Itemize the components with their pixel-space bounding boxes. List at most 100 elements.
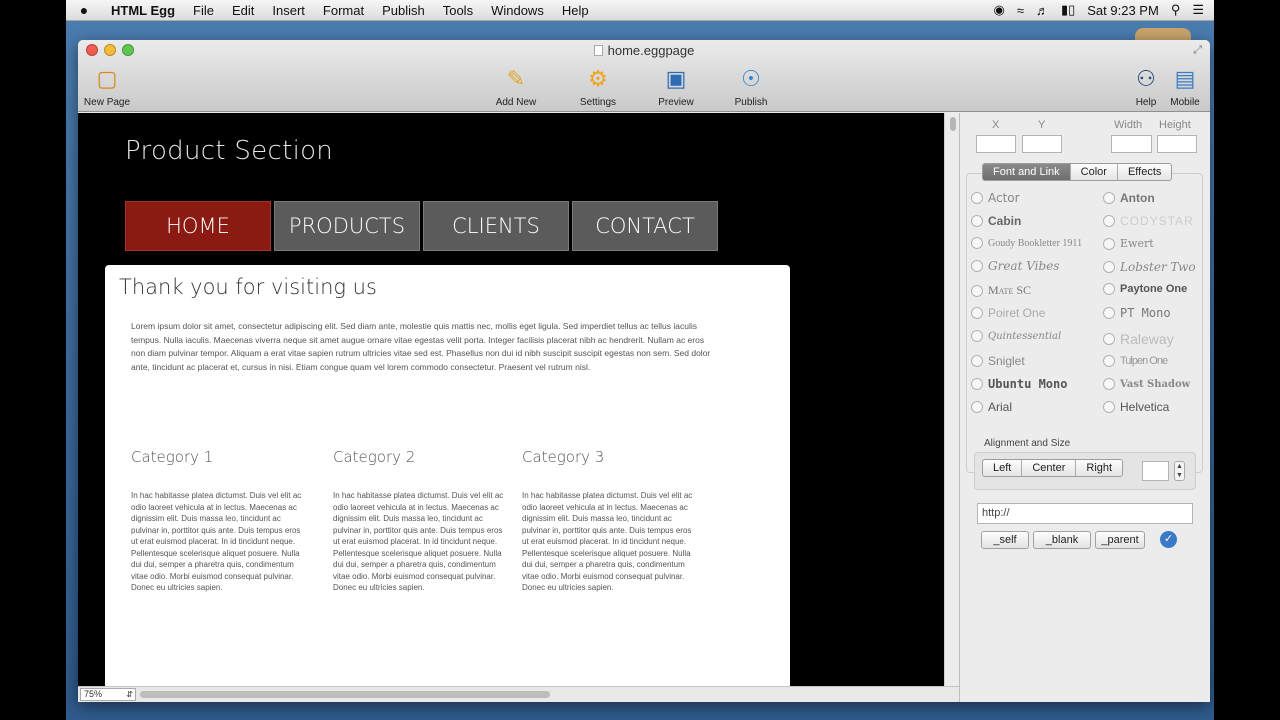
vertical-scrollbar[interactable]: [944, 113, 959, 688]
menu-insert[interactable]: Insert: [263, 3, 314, 18]
menu-help[interactable]: Help: [553, 3, 598, 18]
font-option-raleway[interactable]: Raleway: [1103, 331, 1174, 347]
tab-effects[interactable]: Effects: [1118, 164, 1171, 180]
settings-button[interactable]: ⚙ Settings: [563, 64, 633, 108]
vertical-scroll-thumb[interactable]: [950, 117, 956, 131]
radio-button[interactable]: [1103, 261, 1115, 273]
battery-icon[interactable]: ▮▯: [1061, 2, 1075, 18]
radio-button[interactable]: [971, 260, 983, 272]
font-option-paytone-one[interactable]: Paytone One: [1103, 283, 1187, 295]
category-title[interactable]: Category 2: [333, 448, 508, 466]
menu-tools[interactable]: Tools: [434, 3, 482, 18]
menu-app[interactable]: HTML Egg: [102, 3, 184, 18]
publish-button[interactable]: ☉ Publish: [716, 64, 786, 108]
tab-color[interactable]: Color: [1071, 164, 1118, 180]
add-new-button[interactable]: ✎ Add New: [481, 64, 551, 108]
radio-button[interactable]: [971, 237, 983, 249]
size-stepper[interactable]: ▲ ▼: [1174, 461, 1185, 481]
horizontal-scroll-thumb[interactable]: [140, 691, 550, 698]
font-option-ubuntu-mono[interactable]: Ubuntu Mono: [971, 377, 1067, 391]
font-option-tulpen-one[interactable]: Tulpen One: [1103, 355, 1168, 367]
apply-link-check-icon[interactable]: ✓: [1160, 531, 1177, 548]
tab-font-and-link[interactable]: Font and Link: [983, 164, 1071, 180]
radio-button[interactable]: [1103, 355, 1115, 367]
volume-icon[interactable]: ♬: [1036, 3, 1049, 18]
font-option-codystar[interactable]: CODYSTAR: [1103, 214, 1194, 228]
font-option-cabin[interactable]: Cabin: [971, 214, 1021, 228]
radio-button[interactable]: [1103, 378, 1115, 390]
font-option-pt-mono[interactable]: PT Mono: [1103, 306, 1171, 320]
intro-paragraph[interactable]: Lorem ipsum dolor sit amet, consectetur …: [131, 320, 711, 374]
notification-list-icon[interactable]: ☰: [1192, 2, 1204, 18]
radio-button[interactable]: [971, 307, 983, 319]
radio-button[interactable]: [971, 401, 983, 413]
font-option-lobster-two[interactable]: Lobster Two: [1103, 260, 1196, 274]
wifi-icon[interactable]: ≈: [1017, 3, 1024, 18]
font-option-poiret-one[interactable]: Poiret One: [971, 306, 1045, 320]
record-icon[interactable]: ◉: [993, 2, 1004, 18]
nav-home[interactable]: HOME: [125, 201, 271, 251]
radio-button[interactable]: [1103, 333, 1115, 345]
font-option-helvetica[interactable]: Helvetica: [1103, 400, 1169, 414]
radio-button[interactable]: [971, 284, 983, 297]
preview-button[interactable]: ▣ Preview: [641, 64, 711, 108]
x-input[interactable]: [976, 135, 1016, 153]
radio-button[interactable]: [1103, 307, 1115, 319]
category-text[interactable]: In hac habitasse platea dictumst. Duis v…: [333, 490, 508, 594]
target-self-button[interactable]: _self: [981, 531, 1029, 549]
align-right-button[interactable]: Right: [1076, 460, 1122, 476]
radio-button[interactable]: [971, 330, 983, 342]
font-option-quintessential[interactable]: Quintessential: [971, 330, 1061, 342]
category-title[interactable]: Category 3: [522, 448, 697, 466]
radio-button[interactable]: [1103, 401, 1115, 413]
menu-file[interactable]: File: [184, 3, 223, 18]
menu-windows[interactable]: Windows: [482, 3, 553, 18]
radio-button[interactable]: [971, 215, 983, 227]
font-option-actor[interactable]: Actor: [971, 191, 1020, 205]
radio-button[interactable]: [971, 355, 983, 367]
nav-contact[interactable]: CONTACT: [572, 201, 718, 251]
fullscreen-icon[interactable]: ⤢: [1193, 44, 1202, 57]
y-input[interactable]: [1022, 135, 1062, 153]
width-input[interactable]: [1111, 135, 1152, 153]
nav-clients[interactable]: CLIENTS: [423, 201, 569, 251]
radio-button[interactable]: [971, 378, 983, 390]
content-title[interactable]: Thank you for visiting us: [119, 275, 377, 299]
radio-button[interactable]: [1103, 237, 1115, 250]
category-text[interactable]: In hac habitasse platea dictumst. Duis v…: [522, 490, 697, 594]
target-parent-button[interactable]: _parent: [1095, 531, 1145, 549]
height-input[interactable]: [1157, 135, 1197, 153]
radio-button[interactable]: [1103, 192, 1115, 204]
category-text[interactable]: In hac habitasse platea dictumst. Duis v…: [131, 490, 306, 594]
font-option-sniglet[interactable]: Sniglet: [971, 354, 1025, 368]
mobile-button[interactable]: ▤ Mobile: [1150, 64, 1210, 108]
font-option-arial[interactable]: Arial: [971, 400, 1012, 414]
align-left-button[interactable]: Left: [983, 460, 1023, 476]
zoom-select[interactable]: 75% ⇵: [80, 688, 136, 701]
content-box[interactable]: Thank you for visiting us Lorem ipsum do…: [105, 265, 790, 688]
font-option-goudy[interactable]: Goudy Bookletter 1911: [971, 237, 1082, 249]
font-option-vast-shadow[interactable]: Vast Shadow: [1103, 378, 1190, 390]
font-option-anton[interactable]: Anton: [1103, 191, 1155, 205]
url-input[interactable]: http://: [977, 503, 1193, 524]
menu-publish[interactable]: Publish: [373, 3, 434, 18]
apple-icon[interactable]: ●: [66, 2, 102, 18]
new-page-button[interactable]: ▢ New Page: [78, 64, 142, 108]
page-title[interactable]: Product Section: [125, 136, 333, 166]
spotlight-search-icon[interactable]: ⚲: [1171, 2, 1181, 18]
category-title[interactable]: Category 1: [131, 448, 306, 466]
menubar-clock[interactable]: Sat 9:23 PM: [1087, 3, 1159, 18]
font-option-ewert[interactable]: Ewert: [1103, 237, 1154, 250]
radio-button[interactable]: [971, 192, 983, 204]
font-option-mate-sc[interactable]: Mate SC: [971, 283, 1031, 298]
radio-button[interactable]: [1103, 215, 1115, 227]
size-input[interactable]: [1142, 461, 1169, 481]
font-option-great-vibes[interactable]: Great Vibes: [971, 259, 1059, 273]
menu-format[interactable]: Format: [314, 3, 373, 18]
menu-edit[interactable]: Edit: [223, 3, 263, 18]
nav-products[interactable]: PRODUCTS: [274, 201, 420, 251]
target-blank-button[interactable]: _blank: [1033, 531, 1091, 549]
design-canvas[interactable]: Product Section HOME PRODUCTS CLIENTS CO…: [78, 113, 944, 688]
radio-button[interactable]: [1103, 283, 1115, 295]
align-center-button[interactable]: Center: [1022, 460, 1077, 476]
